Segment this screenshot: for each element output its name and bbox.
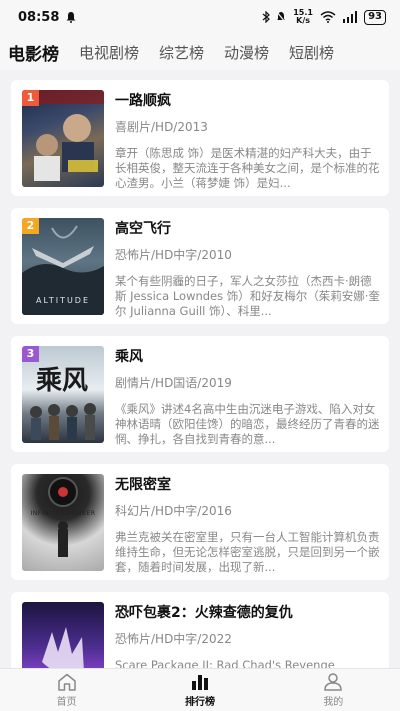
movie-meta: 恐怖片/HD中字/2010 [115, 248, 232, 262]
movie-meta: 剧情片/HD国语/2019 [115, 376, 232, 390]
movie-title[interactable]: 恐吓包裹2：火辣查德的复仇 [115, 602, 293, 622]
tab-movie[interactable]: 电影榜 [8, 40, 59, 65]
bluetooth-icon [262, 11, 270, 23]
tab-anime[interactable]: 动漫榜 [224, 42, 269, 63]
nav-profile-label: 我的 [323, 696, 344, 708]
movie-description: 弗兰克被关在密室里，只有一台人工智能计算机负责维持生命，但无论怎样密室逃脱，只是… [115, 530, 380, 574]
nav-ranking[interactable]: 排行榜 [133, 669, 266, 711]
wifi-icon [320, 11, 336, 23]
category-tabs: 电影榜 电视剧榜 综艺榜 动漫榜 短剧榜 [0, 34, 400, 70]
status-bar: 08:58 15.1 K/s 93 [0, 0, 400, 34]
nav-home[interactable]: 首页 [0, 669, 133, 711]
movie-card[interactable]: 乘风 3 乘风 剧情片/HD国语/2019 《乘风》讲述4名高中生由沉迷电子游戏… [11, 336, 389, 452]
nav-profile[interactable]: 我的 [267, 669, 400, 711]
tab-variety[interactable]: 综艺榜 [159, 42, 204, 63]
notification-icon [66, 12, 76, 23]
movie-card[interactable]: ALTITUDE 2 高空飞行 恐怖片/HD中字/2010 某个有些阴霾的日子，… [11, 208, 389, 324]
network-speed: 15.1 K/s [293, 8, 313, 25]
movie-meta: 恐怖片/HD中字/2022 [115, 632, 232, 646]
tab-tv-series[interactable]: 电视剧榜 [79, 42, 139, 63]
movie-description: 《乘风》讲述4名高中生由沉迷电子游戏、陷入对女神林语晴（欧阳佳馋）的暗恋，最终经… [115, 402, 380, 446]
movie-description: 某个有些阴霾的日子，军人之女莎拉（杰西卡·朗德斯 Jessica Lowndes… [115, 274, 380, 318]
movie-poster[interactable]: INFINITY CHAMBER [22, 474, 104, 571]
movie-title[interactable]: 一路顺疯 [115, 90, 171, 110]
nav-home-label: 首页 [56, 696, 77, 708]
movie-poster[interactable]: ALTITUDE 2 [22, 218, 104, 315]
battery-indicator: 93 [364, 9, 386, 25]
movie-description: Scare Package II: Rad Chad's Revenge [115, 658, 335, 668]
movie-title[interactable]: 乘风 [115, 346, 143, 366]
poster-title-chengfeng: 乘风 [36, 366, 89, 396]
movie-card[interactable]: 1 一路顺疯 喜剧片/HD/2013 章开（陈思成 饰）是医术精湛的妇产科大夫，… [11, 80, 389, 196]
poster-title-infinity: INFINITY CHAMBER [30, 510, 96, 517]
ranking-icon [191, 674, 208, 690]
status-time: 08:58 [18, 9, 60, 25]
movie-title[interactable]: 无限密室 [115, 474, 171, 494]
movie-meta: 科幻片/HD中字/2016 [115, 504, 232, 518]
home-icon [57, 673, 76, 691]
movie-card[interactable]: INFINITY CHAMBER 无限密室 科幻片/HD中字/2016 弗兰克被… [11, 464, 389, 580]
tab-short-drama[interactable]: 短剧榜 [289, 42, 334, 63]
movie-description: 章开（陈思成 饰）是医术精湛的妇产科大夫，由于长相英俊，整天流连于各种美女之间，… [115, 146, 380, 190]
user-icon [324, 672, 343, 691]
movie-poster[interactable]: 乘风 3 [22, 346, 104, 443]
signal-icon [343, 11, 358, 23]
poster-title-altitude: ALTITUDE [35, 296, 91, 305]
bottom-nav: 首页 排行榜 我的 [0, 668, 400, 711]
rank-badge: 1 [22, 90, 39, 106]
movie-list: 1 一路顺疯 喜剧片/HD/2013 章开（陈思成 饰）是医术精湛的妇产科大夫，… [11, 80, 389, 668]
nav-ranking-label: 排行榜 [184, 696, 215, 708]
movie-meta: 喜剧片/HD/2013 [115, 120, 208, 134]
movie-poster[interactable]: 1 [22, 90, 104, 187]
movie-title[interactable]: 高空飞行 [115, 218, 171, 238]
mute-icon [276, 11, 286, 23]
movie-card[interactable]: 恐吓包裹2：火辣查德的复仇 恐怖片/HD中字/2022 Scare Packag… [11, 592, 389, 668]
rank-badge: 3 [22, 346, 39, 362]
movie-poster[interactable] [22, 602, 104, 668]
rank-badge: 2 [22, 218, 39, 234]
